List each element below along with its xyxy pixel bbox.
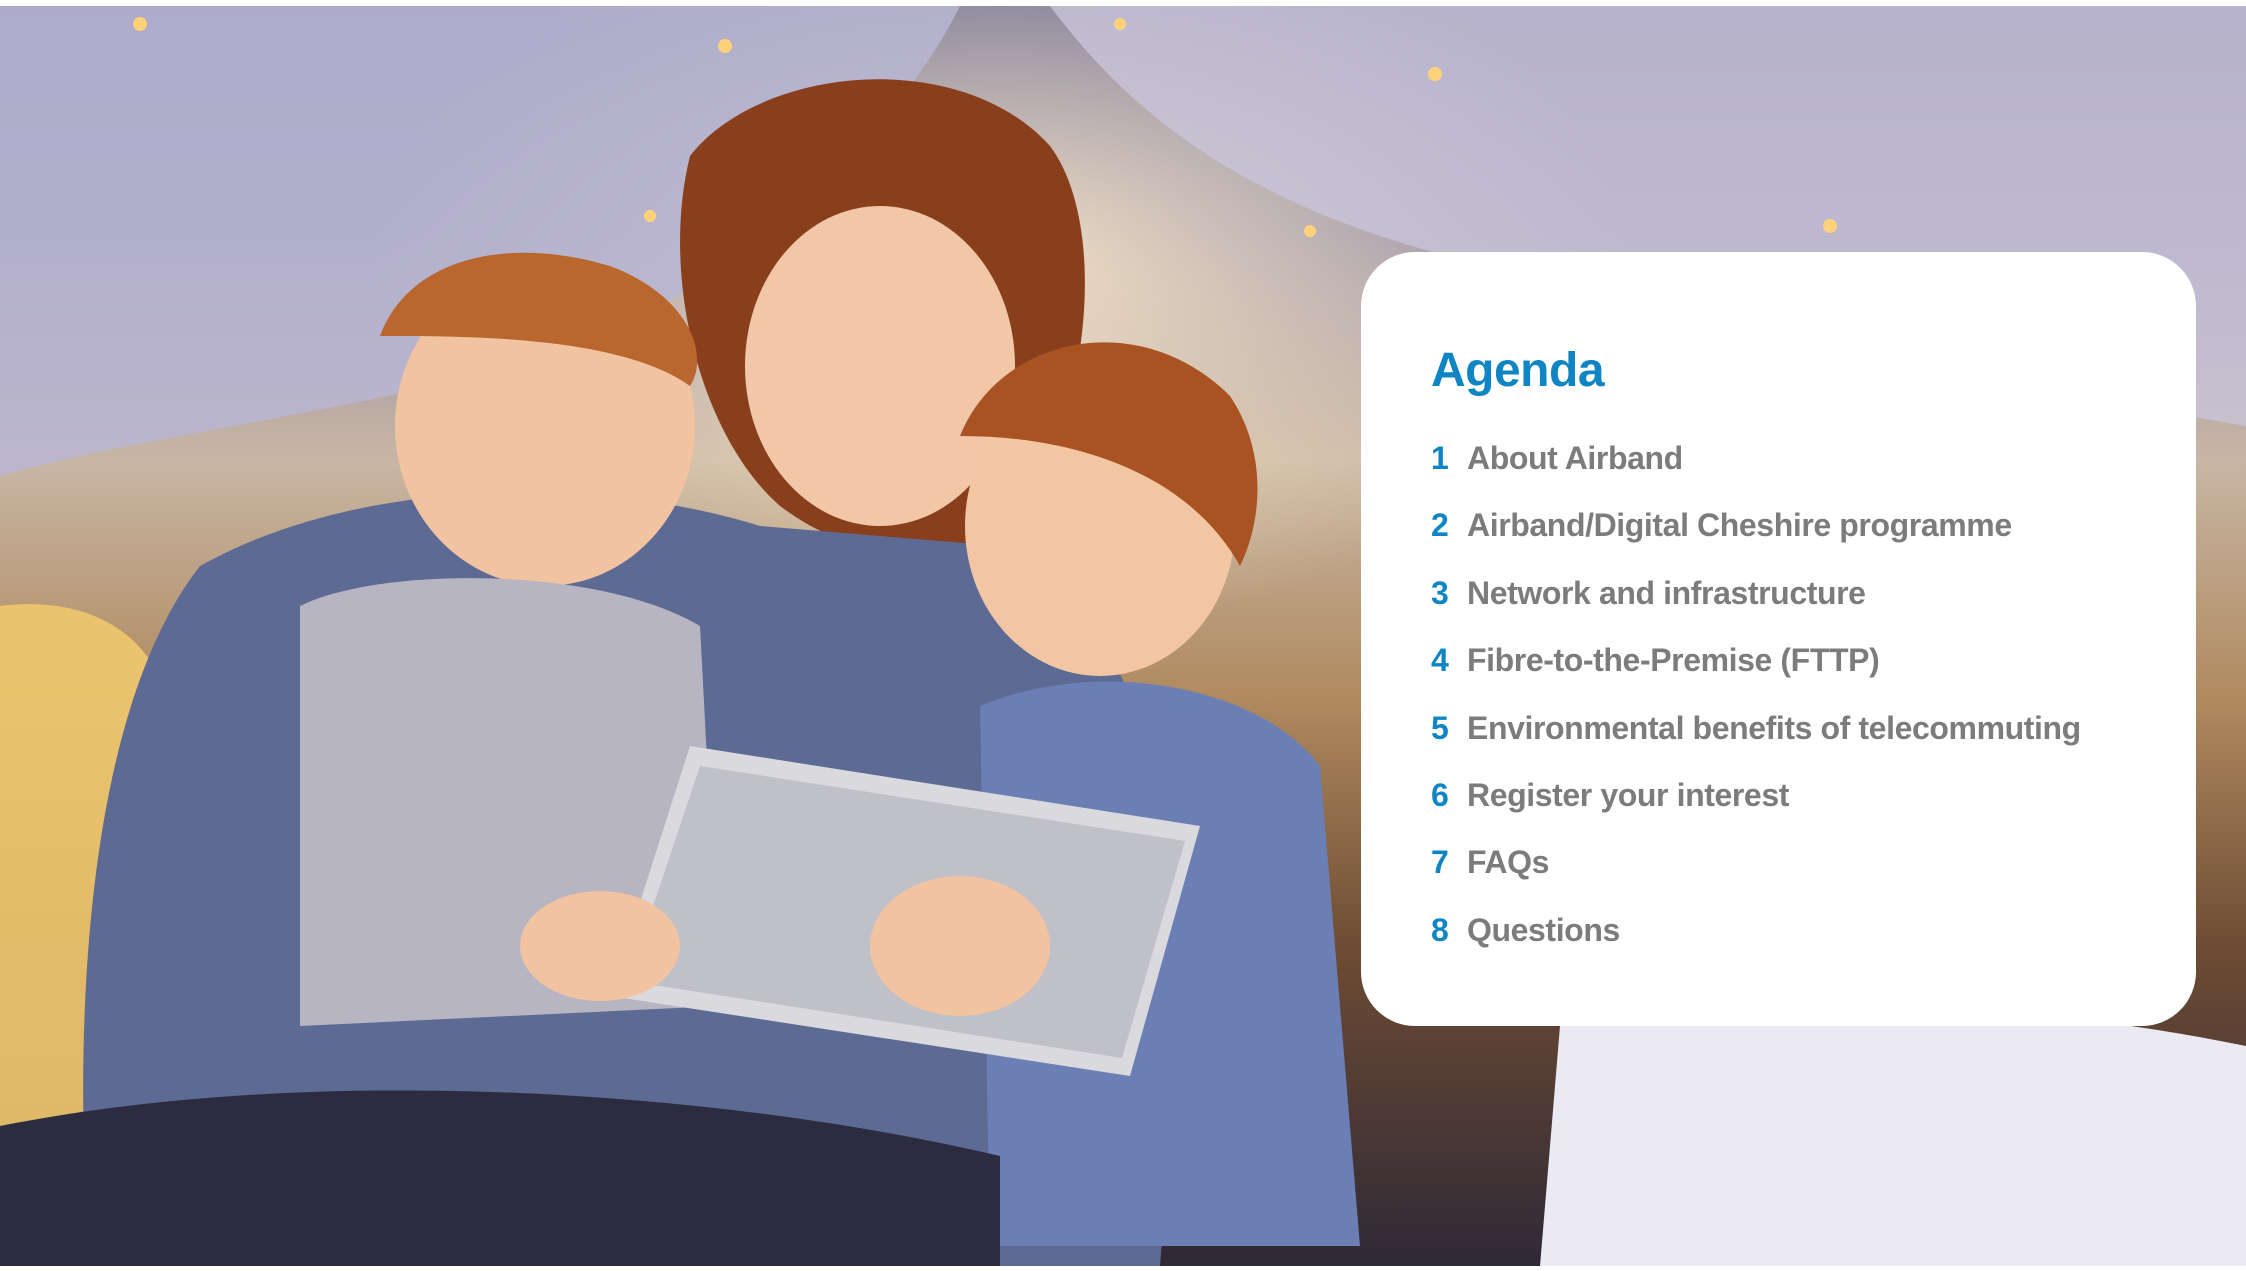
agenda-item-number: 1 — [1431, 440, 1449, 476]
agenda-item-label: Environmental benefits of telecommuting — [1467, 709, 2081, 746]
agenda-item-network: 3 Network and infrastructure — [1431, 577, 2081, 644]
agenda-list: 1 About Airband 2 Airband/Digital Cheshi… — [1431, 442, 2081, 981]
agenda-item-environmental-benefits: 5 Environmental benefits of telecommutin… — [1431, 712, 2081, 779]
agenda-item-number: 8 — [1431, 911, 1449, 948]
agenda-title: Agenda — [1431, 344, 1605, 397]
agenda-item-label: Airband/Digital Cheshire programme — [1467, 507, 2012, 544]
agenda-item-register-interest: 6 Register your interest — [1431, 779, 2081, 846]
agenda-item-label: Network and infrastructure — [1467, 574, 1866, 611]
agenda-item-fttp: 4 Fibre-to-the-Premise (FTTP) — [1431, 644, 2081, 711]
agenda-item-programme: 2 Airband/Digital Cheshire programme — [1431, 509, 2081, 576]
agenda-item-label: About Airband — [1467, 440, 1683, 476]
agenda-card: Agenda 1 About Airband 2 Airband/Digital… — [1361, 252, 2196, 1026]
agenda-item-label: Register your interest — [1467, 776, 1789, 813]
agenda-item-label: Fibre-to-the-Premise (FTTP) — [1467, 642, 1880, 679]
agenda-item-label: Questions — [1467, 911, 1620, 948]
agenda-item-number: 4 — [1431, 642, 1449, 679]
agenda-item-number: 3 — [1431, 574, 1449, 611]
agenda-item-number: 6 — [1431, 776, 1449, 813]
agenda-item-label: FAQs — [1467, 844, 1549, 881]
agenda-slide: Agenda 1 About Airband 2 Airband/Digital… — [0, 0, 2246, 1271]
agenda-item-faqs: 7 FAQs — [1431, 846, 2081, 913]
agenda-item-number: 5 — [1431, 709, 1449, 746]
agenda-item-number: 2 — [1431, 507, 1449, 544]
agenda-item-about-airband: 1 About Airband — [1431, 442, 2081, 509]
agenda-item-number: 7 — [1431, 844, 1449, 881]
agenda-item-questions: 8 Questions — [1431, 914, 2081, 981]
